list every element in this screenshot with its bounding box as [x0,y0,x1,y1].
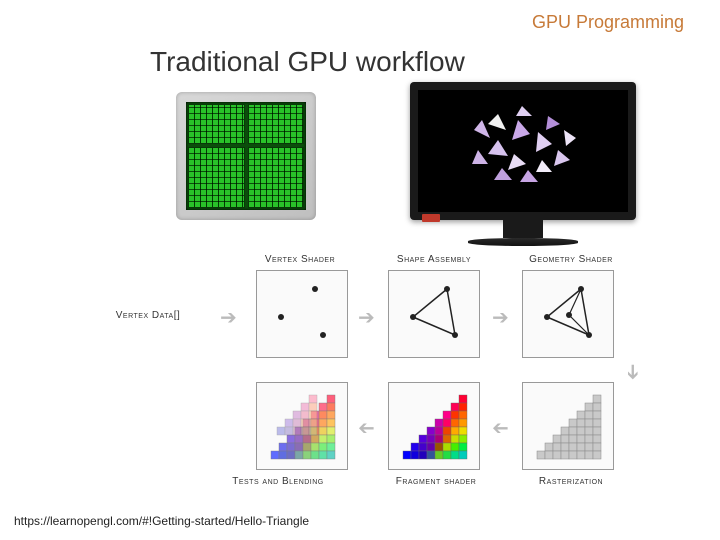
vertex-shader-graphic [257,271,349,359]
source-url: https://learnopengl.com/#!Getting-starte… [14,514,309,528]
shape-assembly-graphic [389,271,481,359]
fragment-shader-graphic [389,383,481,471]
stage-fragment-shader [388,382,480,470]
monitor-brand-logo [422,214,440,222]
confetti-render [418,90,628,212]
arrow-right-icon: ➔ [358,308,375,328]
stage-tests-blending [256,382,348,470]
monitor-illustration [410,82,636,250]
geometry-shader-graphic [523,271,615,359]
arrow-right-icon: ➔ [220,308,237,328]
arrow-left-icon: ➔ [492,418,509,438]
course-header: GPU Programming [532,12,684,33]
vertex-shader-label: Vertex Shader [250,254,350,265]
rasterization-label: Rasterization [516,476,626,487]
fragment-shader-label: Fragment shader [376,476,496,487]
stage-vertex-shader [256,270,348,358]
vertex-data-label: Vertex Data[] [98,310,198,321]
arrow-right-icon: ➔ [492,308,509,328]
slide-title: Traditional GPU workflow [150,46,465,78]
tests-blending-label: Tests and Blending [208,476,348,487]
geometry-shader-label: Geometry Shader [516,254,626,265]
rasterization-graphic [523,383,615,471]
monitor-screen [418,90,628,212]
stage-shape-assembly [388,270,480,358]
arrow-down-icon: ➔ [622,364,642,381]
stage-geometry-shader [522,270,614,358]
stage-rasterization [522,382,614,470]
gpu-chip-illustration [176,92,316,220]
arrow-left-icon: ➔ [358,418,375,438]
tests-blending-graphic [257,383,349,471]
shape-assembly-label: Shape Assembly [384,254,484,265]
